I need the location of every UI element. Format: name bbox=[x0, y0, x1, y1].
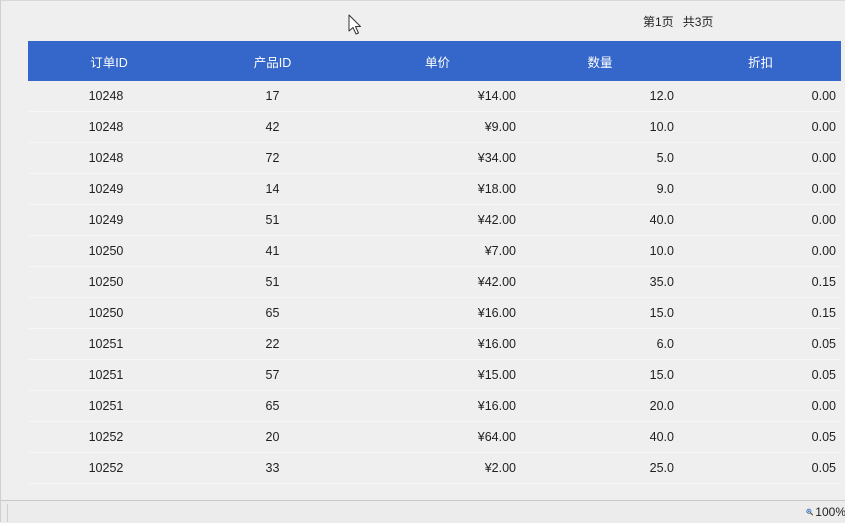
cell-discount: 0.05 bbox=[811, 368, 836, 382]
cell-order-id: 10250 bbox=[88, 275, 124, 289]
cell-product-id: 20 bbox=[265, 430, 280, 444]
cell-discount: 0.05 bbox=[811, 461, 836, 475]
cell-discount: 0.00 bbox=[811, 182, 836, 196]
cell-quantity: 40.0 bbox=[649, 213, 674, 227]
cell-unit-price: ¥7.00 bbox=[484, 244, 516, 258]
cell-unit-price: ¥9.00 bbox=[484, 120, 516, 134]
cell-product-id: 41 bbox=[265, 244, 280, 258]
cell-unit-price: ¥16.00 bbox=[477, 399, 516, 413]
table-row: 10250 41 ¥7.00 10.0 0.00 bbox=[28, 236, 841, 267]
magnifier-icon bbox=[806, 508, 814, 516]
column-header-unit-price[interactable]: 单价 bbox=[355, 41, 520, 81]
table-row: 10249 51 ¥42.00 40.0 0.00 bbox=[28, 205, 841, 236]
cell-product-id: 14 bbox=[265, 182, 280, 196]
cell-quantity: 15.0 bbox=[649, 368, 674, 382]
mouse-cursor-icon bbox=[348, 14, 361, 35]
zoom-control[interactable]: 100% bbox=[806, 505, 845, 519]
cell-order-id: 10249 bbox=[88, 213, 124, 227]
cell-product-id: 51 bbox=[265, 275, 280, 289]
cell-product-id: 57 bbox=[265, 368, 280, 382]
report-viewer-window: 第1页 共3页 订单ID 产品ID 单价 数量 折扣 10248 17 ¥14.… bbox=[0, 0, 845, 523]
cell-unit-price: ¥2.00 bbox=[484, 461, 516, 475]
cell-product-id: 72 bbox=[265, 151, 280, 165]
cell-product-id: 65 bbox=[265, 306, 280, 320]
table-row: 10248 72 ¥34.00 5.0 0.00 bbox=[28, 143, 841, 174]
cell-discount: 0.00 bbox=[811, 151, 836, 165]
table-row: 10250 51 ¥42.00 35.0 0.15 bbox=[28, 267, 841, 298]
cell-unit-price: ¥42.00 bbox=[477, 275, 516, 289]
cell-discount: 0.05 bbox=[811, 337, 836, 351]
column-header-order-id[interactable]: 订单ID bbox=[28, 41, 190, 81]
table-row: 10248 17 ¥14.00 12.0 0.00 bbox=[28, 81, 841, 112]
status-bar-divider bbox=[7, 504, 8, 522]
column-header-product-id[interactable]: 产品ID bbox=[190, 41, 355, 81]
cell-product-id: 22 bbox=[265, 337, 280, 351]
cell-order-id: 10250 bbox=[88, 244, 124, 258]
cell-order-id: 10251 bbox=[88, 399, 124, 413]
cell-order-id: 10252 bbox=[88, 430, 124, 444]
cell-unit-price: ¥18.00 bbox=[477, 182, 516, 196]
table-header-row: 订单ID 产品ID 单价 数量 折扣 bbox=[28, 41, 841, 81]
cell-unit-price: ¥15.00 bbox=[477, 368, 516, 382]
cell-quantity: 35.0 bbox=[649, 275, 674, 289]
cell-unit-price: ¥34.00 bbox=[477, 151, 516, 165]
cell-discount: 0.05 bbox=[811, 430, 836, 444]
cell-discount: 0.00 bbox=[811, 213, 836, 227]
cell-product-id: 17 bbox=[265, 89, 280, 103]
cell-unit-price: ¥42.00 bbox=[477, 213, 516, 227]
cell-discount: 0.00 bbox=[811, 244, 836, 258]
cell-quantity: 10.0 bbox=[649, 244, 674, 258]
cell-product-id: 51 bbox=[265, 213, 280, 227]
cell-quantity: 6.0 bbox=[656, 337, 674, 351]
cell-order-id: 10249 bbox=[88, 182, 124, 196]
cell-quantity: 12.0 bbox=[649, 89, 674, 103]
status-bar: 100% bbox=[1, 500, 845, 523]
cell-discount: 0.00 bbox=[811, 89, 836, 103]
cell-quantity: 25.0 bbox=[649, 461, 674, 475]
cell-unit-price: ¥16.00 bbox=[477, 306, 516, 320]
cell-order-id: 10248 bbox=[88, 120, 124, 134]
cell-product-id: 65 bbox=[265, 399, 280, 413]
page-indicator: 第1页 共3页 bbox=[643, 13, 713, 30]
cell-order-id: 10250 bbox=[88, 306, 124, 320]
column-header-discount[interactable]: 折扣 bbox=[680, 41, 841, 81]
cell-quantity: 20.0 bbox=[649, 399, 674, 413]
cell-discount: 0.15 bbox=[811, 306, 836, 320]
table-row: 10248 42 ¥9.00 10.0 0.00 bbox=[28, 112, 841, 143]
cell-order-id: 10251 bbox=[88, 337, 124, 351]
table-row: 10250 65 ¥16.00 15.0 0.15 bbox=[28, 298, 841, 329]
table-row: 10251 57 ¥15.00 15.0 0.05 bbox=[28, 360, 841, 391]
cell-quantity: 5.0 bbox=[656, 151, 674, 165]
column-header-quantity[interactable]: 数量 bbox=[520, 41, 680, 81]
cell-unit-price: ¥16.00 bbox=[477, 337, 516, 351]
cell-discount: 0.00 bbox=[811, 399, 836, 413]
cell-product-id: 42 bbox=[265, 120, 280, 134]
data-table-container: 订单ID 产品ID 单价 数量 折扣 10248 17 ¥14.00 12.0 … bbox=[28, 41, 841, 484]
table-row: 10249 14 ¥18.00 9.0 0.00 bbox=[28, 174, 841, 205]
cell-unit-price: ¥64.00 bbox=[477, 430, 516, 444]
cell-order-id: 10252 bbox=[88, 461, 124, 475]
table-row: 10251 22 ¥16.00 6.0 0.05 bbox=[28, 329, 841, 360]
order-details-table: 订单ID 产品ID 单价 数量 折扣 10248 17 ¥14.00 12.0 … bbox=[28, 41, 841, 484]
cell-quantity: 10.0 bbox=[649, 120, 674, 134]
current-page-label: 第1页 bbox=[643, 15, 674, 29]
table-row: 10252 33 ¥2.00 25.0 0.05 bbox=[28, 453, 841, 484]
cell-product-id: 33 bbox=[265, 461, 280, 475]
cell-unit-price: ¥14.00 bbox=[477, 89, 516, 103]
table-row: 10251 65 ¥16.00 20.0 0.00 bbox=[28, 391, 841, 422]
table-row: 10252 20 ¥64.00 40.0 0.05 bbox=[28, 422, 841, 453]
cell-order-id: 10248 bbox=[88, 151, 124, 165]
zoom-level: 100% bbox=[815, 505, 845, 519]
total-pages-label: 共3页 bbox=[682, 15, 714, 29]
cell-order-id: 10251 bbox=[88, 368, 124, 382]
cell-discount: 0.15 bbox=[811, 275, 836, 289]
cell-discount: 0.00 bbox=[811, 120, 836, 134]
cell-quantity: 9.0 bbox=[656, 182, 674, 196]
cell-order-id: 10248 bbox=[88, 89, 124, 103]
cell-quantity: 40.0 bbox=[649, 430, 674, 444]
cell-quantity: 15.0 bbox=[649, 306, 674, 320]
